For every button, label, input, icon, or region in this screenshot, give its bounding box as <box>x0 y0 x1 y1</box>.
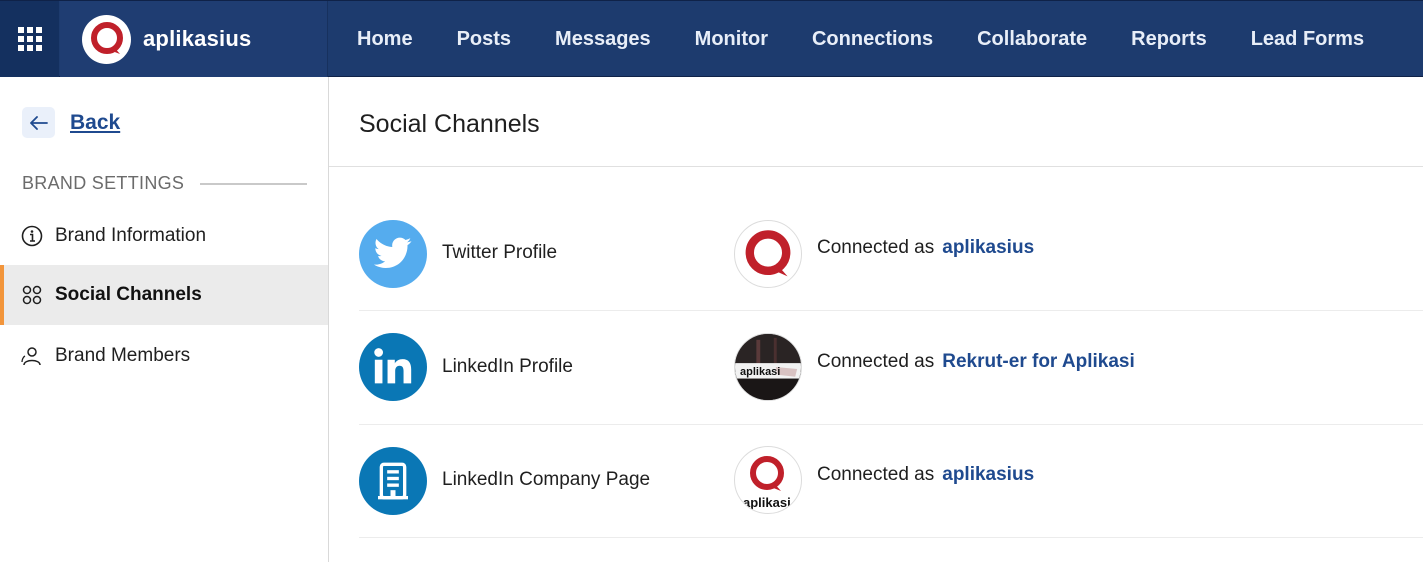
nav-collaborate[interactable]: Collaborate <box>977 28 1087 51</box>
channel-row-linkedin-profile: LinkedIn Profile aplikasi Connected as Re… <box>359 311 1423 425</box>
top-navigation-bar: aplikasius Home Posts Messages Monitor C… <box>0 0 1423 77</box>
connected-as-label: Connected as <box>817 351 935 372</box>
channel-name: LinkedIn Company Page <box>442 469 651 490</box>
info-circle-icon <box>21 225 43 247</box>
main-nav: Home Posts Messages Monitor Connections … <box>357 1 1408 77</box>
sidebar-item-label: Brand Information <box>55 225 207 246</box>
sidebar-item-social-channels[interactable]: Social Channels <box>0 265 328 325</box>
nav-messages[interactable]: Messages <box>555 28 651 51</box>
back-link[interactable]: Back <box>22 107 120 138</box>
aplikasius-logo-icon <box>734 220 802 288</box>
avatar-label: aplikasi <box>743 495 791 510</box>
connected-as-label: Connected as <box>817 237 935 258</box>
title-divider <box>329 166 1423 167</box>
connection-status: Connected as Rekrut-er for Aplikasi <box>817 351 1135 373</box>
nav-home[interactable]: Home <box>357 28 413 51</box>
channel-row-twitter: Twitter Profile Connected as aplikasius <box>359 197 1423 311</box>
linkedin-icon <box>359 333 427 401</box>
connected-account-link[interactable]: aplikasius <box>942 237 1034 258</box>
aplikasius-logo-icon <box>82 14 131 64</box>
connection-status: Connected as aplikasius <box>817 464 1034 486</box>
rekruter-avatar: aplikasi <box>734 333 802 401</box>
twitter-icon <box>359 220 427 288</box>
company-building-icon <box>359 447 427 515</box>
connection-status: Connected as aplikasius <box>817 237 1034 259</box>
settings-sidebar: Back BRAND SETTINGS Brand Information So… <box>0 77 329 562</box>
section-heading: BRAND SETTINGS <box>22 173 308 194</box>
channel-name: LinkedIn Profile <box>442 356 573 377</box>
section-heading-label: BRAND SETTINGS <box>22 173 185 193</box>
social-network-icon <box>21 284 43 306</box>
users-icon <box>21 345 43 367</box>
page-title: Social Channels <box>359 110 540 138</box>
channel-name: Twitter Profile <box>442 242 558 263</box>
back-label[interactable]: Back <box>70 111 120 135</box>
nav-lead-forms[interactable]: Lead Forms <box>1251 28 1364 51</box>
main-content: Social Channels Twitter Profile Connecte… <box>329 77 1423 562</box>
connected-as-label: Connected as <box>817 464 935 485</box>
sidebar-item-label: Social Channels <box>55 284 202 305</box>
avatar-label: aplikasi <box>740 366 781 378</box>
connected-account-link[interactable]: Rekrut-er for Aplikasi <box>942 351 1135 372</box>
brand-switcher[interactable]: aplikasius <box>60 1 328 77</box>
arrow-left-icon <box>22 107 55 138</box>
connected-account-link[interactable]: aplikasius <box>942 464 1034 485</box>
brand-name: aplikasius <box>143 26 252 51</box>
channel-row-linkedin-company: LinkedIn Company Page aplikasi Connected… <box>359 424 1423 538</box>
nav-monitor[interactable]: Monitor <box>695 28 768 51</box>
sidebar-item-brand-information[interactable]: Brand Information <box>0 206 328 266</box>
section-divider <box>200 182 308 185</box>
sidebar-item-brand-members[interactable]: Brand Members <box>0 326 328 386</box>
nav-connections[interactable]: Connections <box>812 28 933 51</box>
aplikasi-company-logo-icon: aplikasi <box>734 446 802 514</box>
nav-posts[interactable]: Posts <box>457 28 511 51</box>
apps-grid-button[interactable] <box>0 1 59 77</box>
sidebar-item-label: Brand Members <box>55 345 191 366</box>
nav-reports[interactable]: Reports <box>1131 28 1207 51</box>
apps-grid-icon <box>17 27 42 51</box>
